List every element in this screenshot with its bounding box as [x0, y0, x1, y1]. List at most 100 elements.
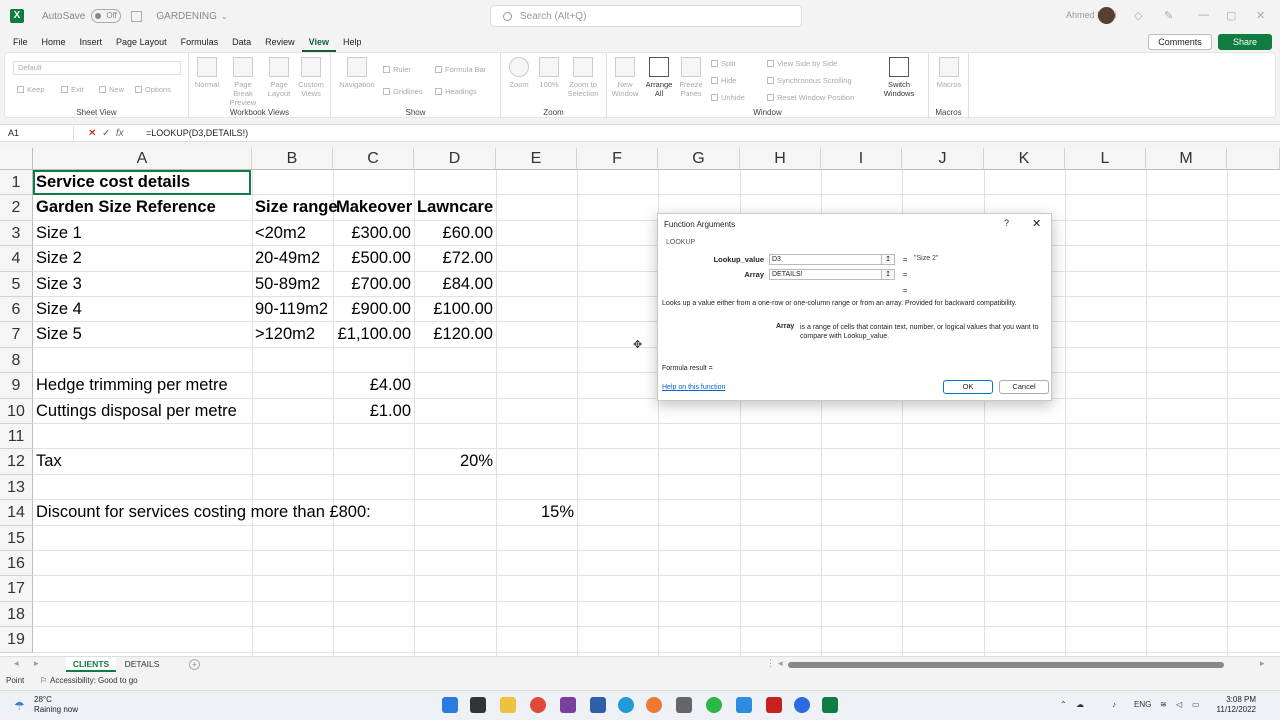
share-button[interactable]: Share — [1218, 34, 1272, 50]
column-header-h[interactable]: H — [740, 148, 821, 170]
wifi-icon[interactable]: ≋ — [1160, 700, 1167, 709]
cell-b4[interactable]: 20-49m2 — [255, 249, 320, 268]
chevron-right-icon[interactable]: ▸ — [34, 658, 39, 669]
row-header-13[interactable]: 13 — [0, 474, 33, 501]
column-header-c[interactable]: C — [333, 148, 414, 170]
cell-a3[interactable]: Size 1 — [36, 224, 82, 243]
cell-b3[interactable]: <20m2 — [255, 224, 306, 243]
cell-a5[interactable]: Size 3 — [36, 275, 82, 294]
excel-taskbar-icon[interactable] — [822, 697, 838, 713]
cell-d12[interactable]: 20% — [414, 452, 493, 471]
row-header-17[interactable]: 17 — [0, 576, 33, 602]
row-header-10[interactable]: 10 — [0, 398, 33, 424]
ok-button[interactable]: OK — [943, 380, 993, 394]
help-link[interactable]: Help on this function — [662, 384, 725, 391]
arrange-all-button[interactable]: Arrange All — [641, 57, 677, 98]
file-name[interactable]: GARDENING — [156, 11, 217, 22]
row-header-1[interactable]: 1 — [0, 170, 33, 196]
unhide-button[interactable]: Unhide — [711, 93, 745, 102]
page-layout-button[interactable]: Page Layout — [261, 57, 297, 98]
page-break-preview-button[interactable]: Page Break Preview — [225, 57, 261, 107]
autosave-toggle[interactable]: Off — [91, 9, 122, 23]
todo-icon[interactable] — [736, 697, 752, 713]
cell-d3[interactable]: £60.00 — [414, 224, 493, 243]
cell-d4[interactable]: £72.00 — [414, 249, 493, 268]
row-header-18[interactable]: 18 — [0, 601, 33, 628]
hide-button[interactable]: Hide — [711, 76, 736, 85]
column-header-k[interactable]: K — [984, 148, 1065, 170]
row-header-3[interactable]: 3 — [0, 220, 33, 247]
cell-a10[interactable]: Cuttings disposal per metre — [36, 402, 237, 421]
column-header-f[interactable]: F — [577, 148, 658, 170]
firefox-icon[interactable] — [646, 697, 662, 713]
comments-button[interactable]: Comments — [1148, 34, 1212, 50]
volume-icon[interactable]: ◁ — [1176, 700, 1182, 709]
name-box[interactable]: A1 — [4, 126, 74, 141]
cancel-button[interactable]: Cancel — [999, 380, 1049, 394]
menu-tab-page-layout[interactable]: Page Layout — [109, 32, 174, 52]
select-all-corner[interactable] — [0, 148, 33, 170]
lookup-value-input[interactable]: D3 — [769, 254, 883, 265]
row-header-19[interactable]: 19 — [0, 627, 33, 653]
pen-icon[interactable]: ✎ — [1164, 9, 1173, 22]
cell-c9[interactable]: £4.00 — [333, 376, 411, 395]
cell-c5[interactable]: £700.00 — [333, 275, 411, 294]
menu-tab-formulas[interactable]: Formulas — [174, 32, 226, 52]
row-header-5[interactable]: 5 — [0, 271, 33, 297]
zoom-app-icon[interactable] — [794, 697, 810, 713]
menu-tab-insert[interactable]: Insert — [73, 32, 110, 52]
column-header-e[interactable]: E — [496, 148, 577, 170]
column-header-b[interactable]: B — [252, 148, 333, 170]
cell-c6[interactable]: £900.00 — [333, 300, 411, 319]
column-header-l[interactable]: L — [1065, 148, 1146, 170]
add-sheet-icon[interactable]: + — [189, 659, 200, 670]
row-header-9[interactable]: 9 — [0, 373, 33, 399]
normal-view-button[interactable]: Normal — [189, 57, 225, 89]
cancel-entry-icon[interactable]: ✕ — [88, 128, 96, 139]
zoom-to-selection-button[interactable]: Zoom to Selection — [563, 57, 603, 98]
collapse-dialog-icon[interactable]: ↥ — [881, 269, 895, 280]
save-icon[interactable] — [131, 10, 143, 22]
scroll-right-icon[interactable]: ▸ — [1260, 658, 1265, 669]
column-header-j[interactable]: J — [902, 148, 984, 170]
help-icon[interactable]: ? — [1004, 218, 1009, 228]
cell-e14[interactable]: 15% — [496, 503, 574, 522]
cell-b7[interactable]: >120m2 — [255, 325, 315, 344]
cell-b6[interactable]: 90-119m2 — [255, 300, 328, 319]
worksheet-grid[interactable]: A B C D E F G H I J K L M 1 2 3 4 5 6 7 8 9 10 11 12 13 14 15 16 17 18… — [0, 148, 1280, 656]
menu-tab-review[interactable]: Review — [258, 32, 302, 52]
horizontal-scrollbar[interactable] — [788, 662, 1224, 668]
cell-d7[interactable]: £120.00 — [414, 325, 493, 344]
acrobat-icon[interactable] — [766, 697, 782, 713]
battery-icon[interactable]: ▭ — [1192, 700, 1200, 709]
cell-c10[interactable]: £1.00 — [333, 402, 411, 421]
reset-window-position-button[interactable]: Reset Window Position — [767, 93, 854, 102]
exit-button[interactable]: Exit — [61, 85, 84, 94]
column-header-d[interactable]: D — [414, 148, 496, 170]
row-header-16[interactable]: 16 — [0, 551, 33, 577]
sheet-tab-details[interactable]: DETAILS — [118, 657, 166, 672]
cell-a14[interactable]: Discount for services costing more than … — [36, 503, 371, 522]
keep-button[interactable]: Keep — [17, 85, 45, 94]
column-header-i[interactable]: I — [821, 148, 902, 170]
menu-tab-help[interactable]: Help — [336, 32, 369, 52]
cell-d5[interactable]: £84.00 — [414, 275, 493, 294]
edge-icon[interactable] — [618, 697, 634, 713]
cell-d6[interactable]: £100.00 — [414, 300, 493, 319]
restore-icon[interactable]: ▢ — [1226, 9, 1236, 22]
column-header-a[interactable]: A — [33, 148, 252, 170]
custom-views-button[interactable]: Custom Views — [293, 57, 329, 98]
insert-function-icon[interactable]: fx — [116, 128, 124, 139]
cell-b2[interactable]: Size range — [255, 198, 338, 217]
cell-a4[interactable]: Size 2 — [36, 249, 82, 268]
search-input[interactable]: Search (Alt+Q) — [490, 5, 802, 27]
file-explorer-icon[interactable] — [500, 697, 516, 713]
formula-input[interactable]: =LOOKUP(D3,DETAILS!) — [146, 126, 248, 141]
freeze-panes-button[interactable]: Freeze Panes — [673, 57, 709, 98]
task-view-icon[interactable] — [470, 697, 486, 713]
accessibility-status[interactable]: Accessibility: Good to go — [50, 676, 138, 685]
switch-windows-button[interactable]: Switch Windows — [877, 57, 921, 98]
row-header-7[interactable]: 7 — [0, 322, 33, 348]
cell-c7[interactable]: £1,100.00 — [333, 325, 411, 344]
language-indicator[interactable]: ENG — [1134, 700, 1151, 709]
